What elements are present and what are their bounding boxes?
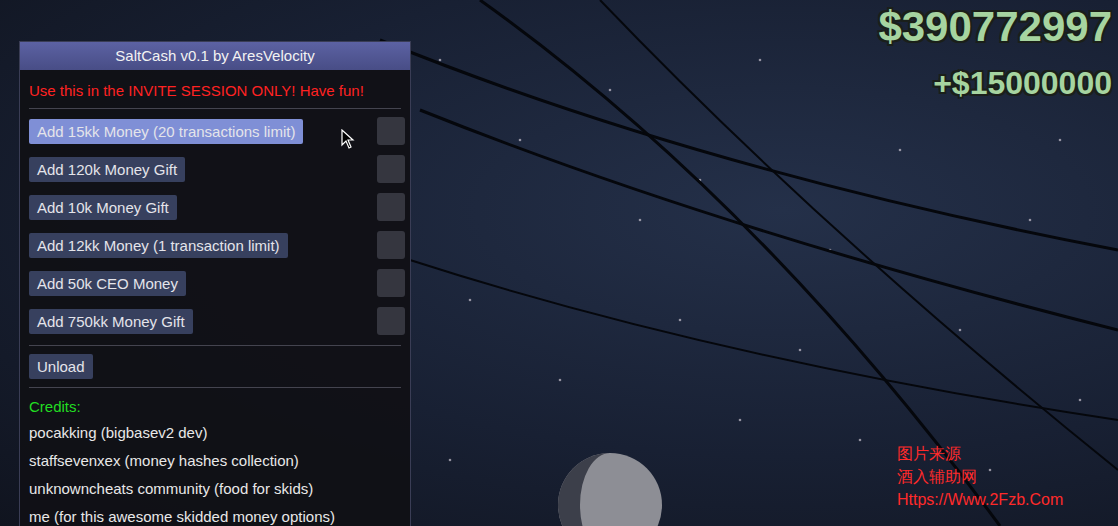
- option-checkbox[interactable]: [377, 155, 405, 183]
- money-total: $390772997: [878, 2, 1112, 52]
- option-checkbox[interactable]: [377, 117, 405, 145]
- separator: [29, 108, 401, 109]
- credit-line: unknowncheats community (food for skids): [29, 475, 401, 503]
- option-button[interactable]: Add 10k Money Gift: [29, 195, 177, 220]
- watermark-line: 酒入辅助网: [897, 465, 1063, 488]
- option-checkbox[interactable]: [377, 193, 405, 221]
- option-row: Add 10k Money Gift: [29, 193, 401, 221]
- money-hud: $390772997 +$15000000: [878, 2, 1112, 104]
- option-button[interactable]: Add 12kk Money (1 transaction limit): [29, 233, 288, 258]
- option-button[interactable]: Add 750kk Money Gift: [29, 309, 193, 334]
- credit-line: pocakking (bigbasev2 dev): [29, 419, 401, 447]
- credits-title: Credits:: [29, 392, 401, 419]
- unload-button[interactable]: Unload: [29, 354, 93, 379]
- option-button[interactable]: Add 50k CEO Money: [29, 271, 186, 296]
- option-checkbox[interactable]: [377, 307, 405, 335]
- watermark-line: 图片来源: [897, 442, 1063, 465]
- watermark-line: Https://Www.2Fzb.Com: [897, 488, 1063, 511]
- menu-title[interactable]: SaltCash v0.1 by AresVelocity: [20, 42, 410, 70]
- credit-line: me (for this awesome skidded money optio…: [29, 503, 401, 526]
- separator: [29, 387, 401, 388]
- option-row: Add 12kk Money (1 transaction limit): [29, 231, 401, 259]
- money-delta: +$15000000: [933, 62, 1112, 104]
- credit-line: staffsevenxex (money hashes collection): [29, 447, 401, 475]
- option-row: Add 120k Money Gift: [29, 155, 401, 183]
- option-button[interactable]: Add 120k Money Gift: [29, 157, 185, 182]
- cheat-menu: SaltCash v0.1 by AresVelocity Use this in…: [19, 41, 411, 526]
- separator: [29, 345, 401, 346]
- option-row: Add 15kk Money (20 transactions limit): [29, 117, 401, 145]
- watermark: 图片来源酒入辅助网Https://Www.2Fzb.Com: [897, 442, 1063, 511]
- option-button[interactable]: Add 15kk Money (20 transactions limit): [29, 119, 303, 144]
- game-screen: $390772997 +$15000000 SaltCash v0.1 by Are…: [0, 0, 1118, 526]
- option-checkbox[interactable]: [377, 231, 405, 259]
- mouse-cursor-icon: [341, 129, 355, 149]
- warning-text: Use this in the INVITE SESSION ONLY! Hav…: [29, 76, 401, 104]
- option-row: Add 750kk Money Gift: [29, 307, 401, 335]
- option-row: Add 50k CEO Money: [29, 269, 401, 297]
- option-checkbox[interactable]: [377, 269, 405, 297]
